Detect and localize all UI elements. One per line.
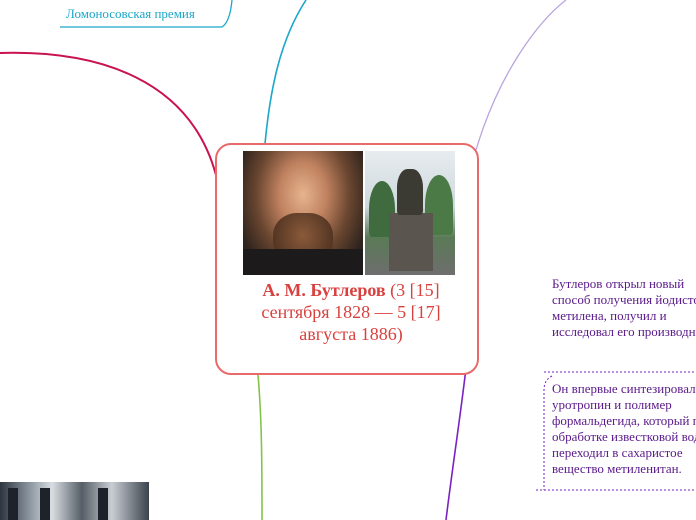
topic-bracket [543, 375, 553, 490]
topic-urotropin[interactable]: Он впервые синтезировал уротропин и поли… [552, 381, 696, 477]
central-topic-name: А. М. Бутлеров [262, 280, 386, 300]
branch-line-green [257, 374, 263, 520]
portrait-coat [243, 249, 363, 275]
branch-line-teal [264, 0, 307, 145]
monument-pedestal [389, 213, 433, 271]
portrait-image [243, 151, 363, 275]
monument-figure [397, 169, 423, 215]
thumbnail-image [0, 482, 149, 520]
central-topic-title: А. М. Бутлеров (3 [15] сентября 1828 — 5… [253, 279, 449, 345]
central-topic-node[interactable]: А. М. Бутлеров (3 [15] сентября 1828 — 5… [215, 143, 479, 375]
monument-image [365, 151, 455, 275]
branch-line-lavender [475, 0, 567, 151]
branch-line-crimson [0, 51, 217, 176]
topic-methylene-iodide[interactable]: Бутлеров открыл новый способ получения й… [552, 276, 696, 340]
branch-line-purple [445, 359, 468, 520]
branch-label-lomonosov-prize[interactable]: Ломоносовская премия [66, 6, 195, 22]
